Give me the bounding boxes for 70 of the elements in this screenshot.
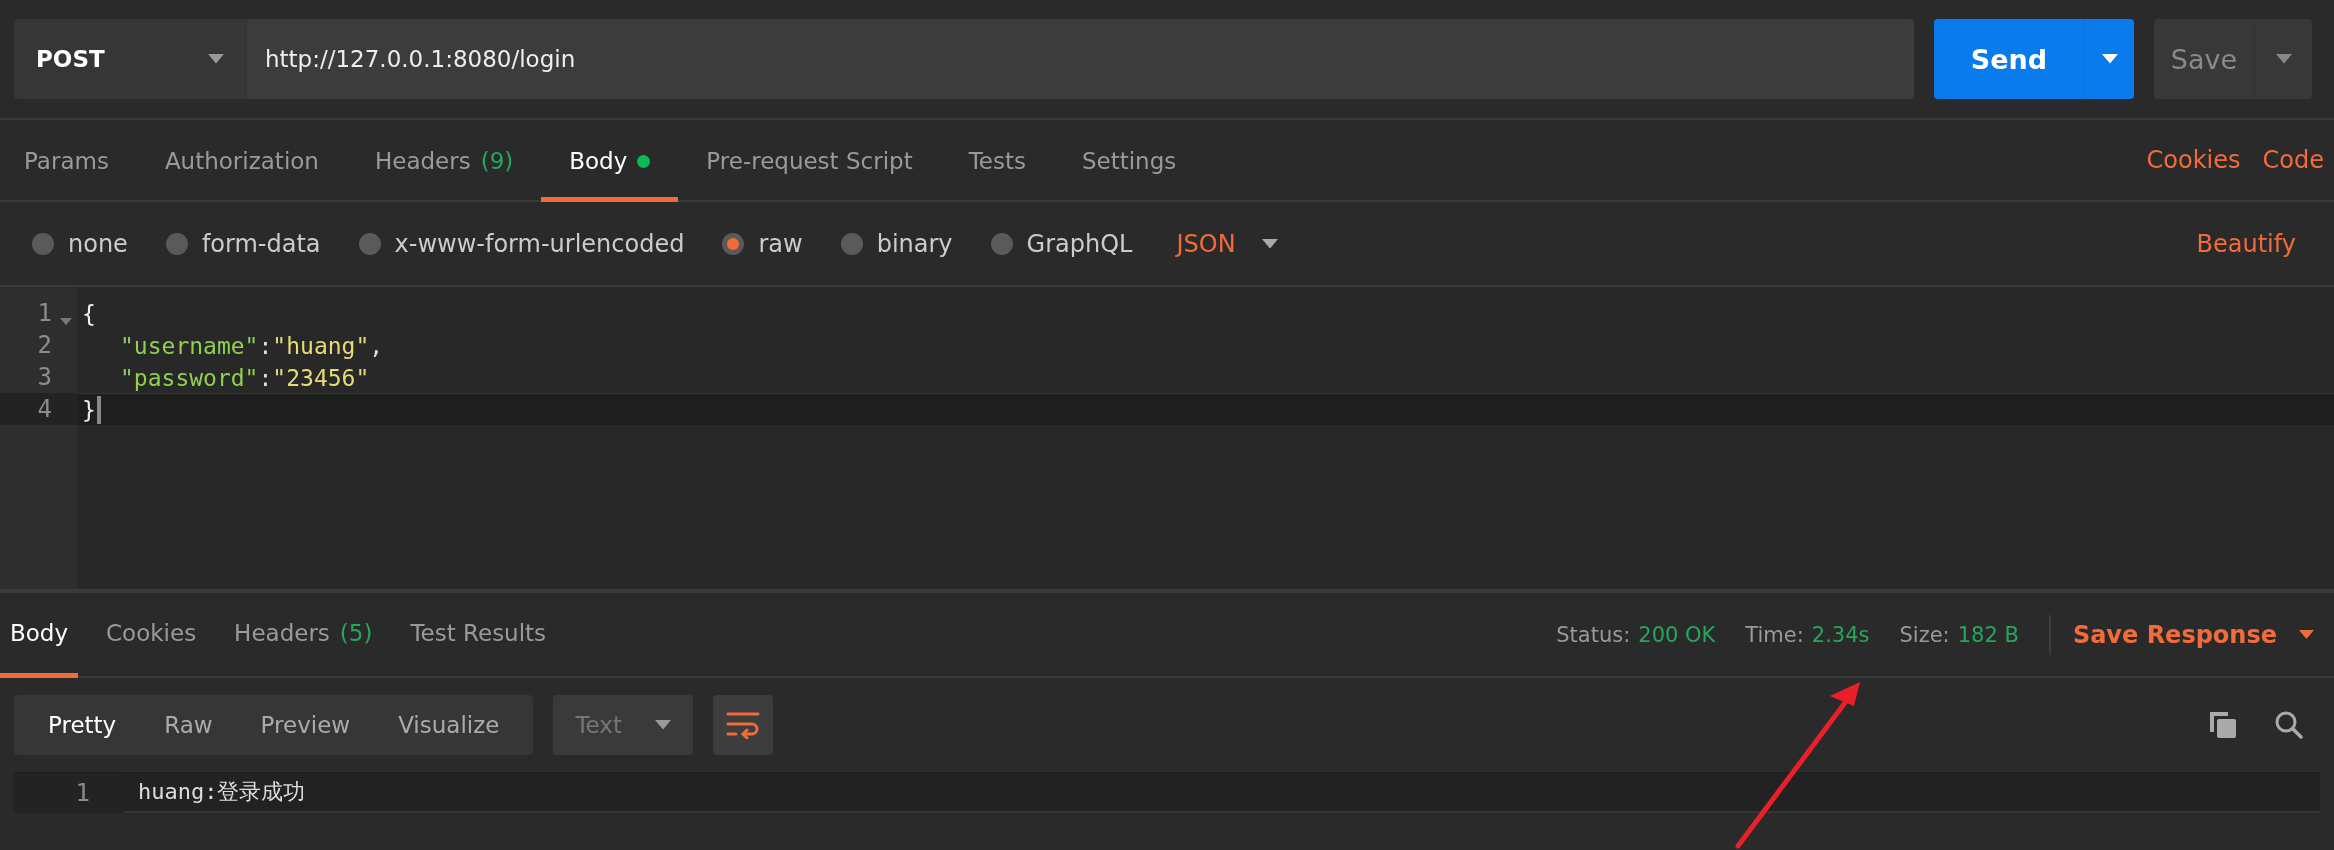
code-line: "username":"huang", xyxy=(119,332,384,359)
copy-button[interactable] xyxy=(2208,710,2238,740)
radio-label: binary xyxy=(876,229,953,258)
view-mode-tab[interactable]: Raw xyxy=(144,695,233,755)
view-mode-tab[interactable]: Preview xyxy=(240,695,371,755)
request-tab[interactable]: Tests xyxy=(940,120,1054,202)
send-button[interactable]: Send xyxy=(1934,19,2084,99)
link[interactable]: Cookies xyxy=(2146,146,2241,174)
line-number: 1 xyxy=(37,299,52,327)
caret-icon xyxy=(655,720,672,730)
tab-label: Headers xyxy=(374,148,471,174)
radio-button[interactable] xyxy=(990,232,1013,255)
radio-button[interactable] xyxy=(722,232,745,255)
radio-label: raw xyxy=(758,229,803,258)
tab-count: (9) xyxy=(480,148,514,174)
line-number: 1 xyxy=(75,779,90,807)
request-tab[interactable]: Authorization xyxy=(136,120,347,202)
radio-label: GraphQL xyxy=(1026,229,1133,258)
caret-icon xyxy=(2299,630,2314,639)
request-tab[interactable]: Pre-request Script xyxy=(678,120,941,202)
radio-label: form-data xyxy=(201,229,321,258)
line-number: 3 xyxy=(37,363,52,391)
wrap-lines-button[interactable] xyxy=(713,695,774,755)
tab-count: (5) xyxy=(339,620,373,646)
response-tab[interactable]: Cookies xyxy=(96,593,207,678)
caret-icon xyxy=(1261,238,1278,249)
radio-button[interactable] xyxy=(358,232,381,255)
method-dropdown[interactable]: POST xyxy=(14,19,246,99)
wrap-icon xyxy=(726,711,761,739)
url-field[interactable]: http://127.0.0.1:8080/login xyxy=(246,19,1914,99)
meta-label: Time: xyxy=(1745,622,1804,647)
meta-value: 182 B xyxy=(1957,622,2019,647)
line-number: 4 xyxy=(37,395,52,423)
caret-icon xyxy=(2101,54,2118,64)
radio-label: x-www-form-urlencoded xyxy=(394,229,685,258)
request-tab[interactable]: Settings xyxy=(1053,120,1205,202)
link[interactable]: Code xyxy=(2262,146,2324,174)
response-tab[interactable]: Test Results xyxy=(400,593,557,678)
beautify-link[interactable]: Beautify xyxy=(2196,229,2296,258)
meta-label: Size: xyxy=(1899,622,1950,647)
send-options-button[interactable] xyxy=(2084,19,2134,99)
request-tab[interactable]: Body xyxy=(541,120,679,202)
caret-icon xyxy=(208,54,224,64)
meta-value: 200 OK xyxy=(1638,622,1716,647)
response-tab[interactable]: Body xyxy=(0,593,79,678)
meta-value: 2.34s xyxy=(1811,622,1870,647)
fold-caret-icon xyxy=(60,317,72,325)
save-response-button[interactable]: Save Response xyxy=(2048,614,2314,655)
format-dropdown[interactable]: JSON xyxy=(1170,228,1284,259)
tab-label: Headers xyxy=(234,620,330,646)
copy-icon xyxy=(2208,710,2238,740)
radio-button[interactable] xyxy=(32,232,54,255)
request-tab[interactable]: Params xyxy=(10,120,137,202)
caret-icon xyxy=(2275,54,2292,64)
request-tab[interactable]: Headers (9) xyxy=(346,120,542,202)
radio-label: none xyxy=(68,229,128,258)
save-button[interactable]: Save xyxy=(2154,19,2254,99)
response-tab[interactable]: Headers (5) xyxy=(224,593,383,678)
view-mode-tab[interactable]: Visualize xyxy=(378,695,520,755)
code-line: "password":"23456" xyxy=(119,364,370,391)
response-text: huang:登录成功 xyxy=(138,778,306,806)
line-number: 2 xyxy=(37,331,52,359)
search-button[interactable] xyxy=(2274,710,2304,740)
code-line: { xyxy=(81,300,96,327)
view-mode-tab[interactable]: Pretty xyxy=(28,695,137,755)
meta-label: Status: xyxy=(1556,622,1631,647)
search-icon xyxy=(2274,710,2304,740)
radio-button[interactable] xyxy=(165,232,188,255)
radio-button[interactable] xyxy=(840,232,863,255)
code-line: } xyxy=(81,396,96,423)
